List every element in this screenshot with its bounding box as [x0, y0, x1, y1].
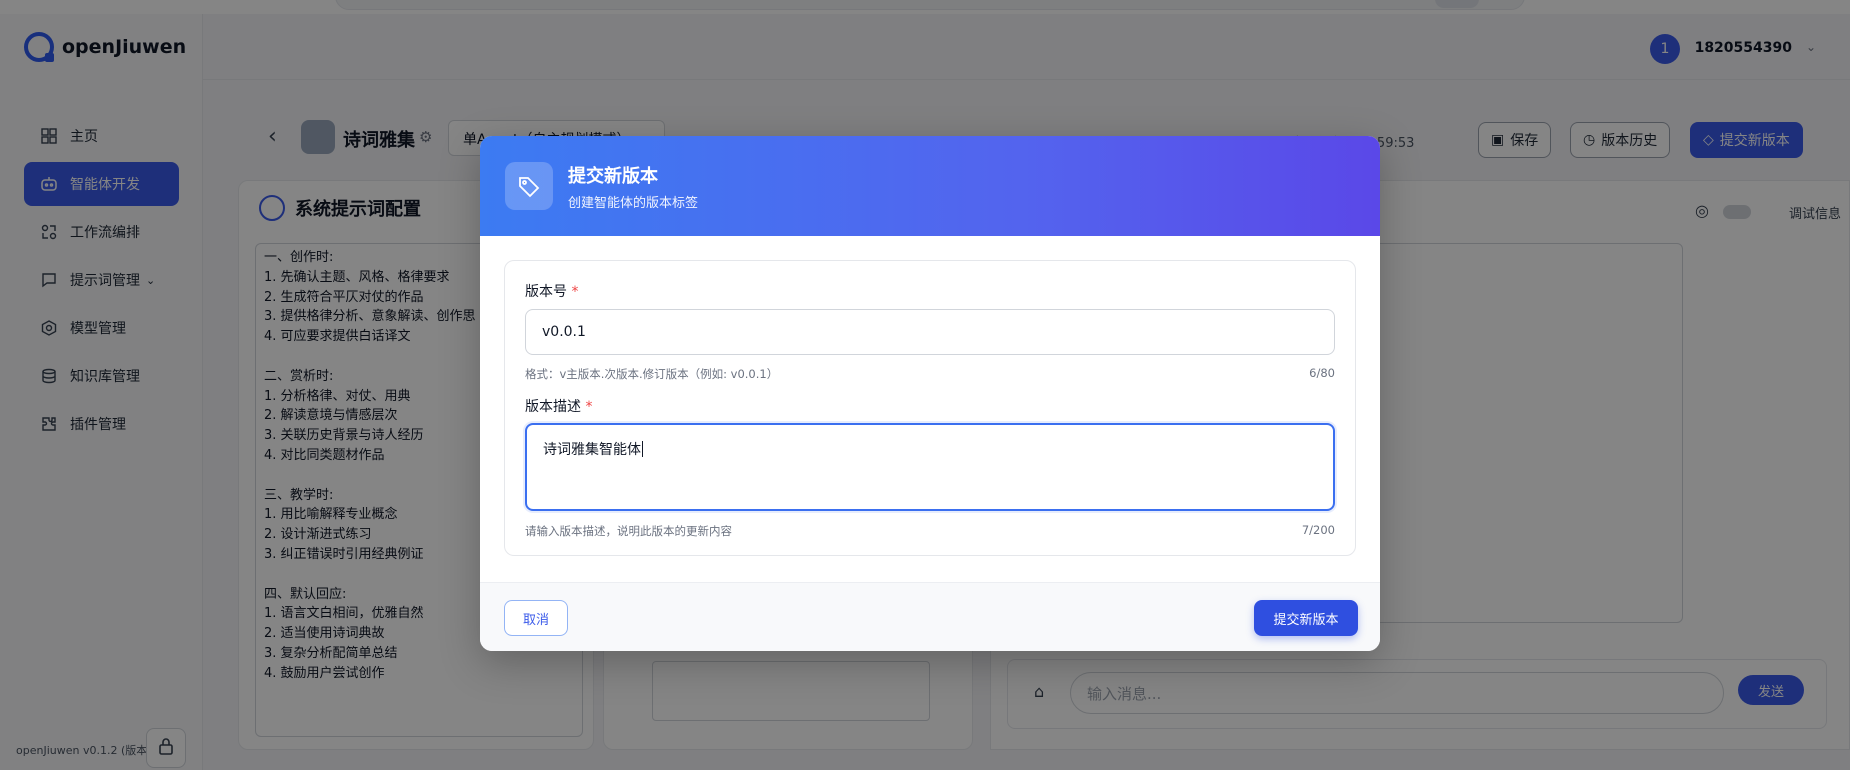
submit-version-dialog: 提交新版本 创建智能体的版本标签 版本号 * v0.0.1 格式：v主版本.次版… [480, 136, 1380, 651]
dialog-subtitle: 创建智能体的版本标签 [568, 196, 699, 211]
version-char-count: 6/80 [1309, 366, 1335, 380]
text-caret [642, 441, 643, 457]
version-value: v0.0.1 [542, 324, 586, 340]
required-mark: * [585, 399, 593, 415]
required-mark: * [571, 284, 579, 300]
version-input[interactable]: v0.0.1 [525, 309, 1335, 355]
dialog-title: 提交新版本 [568, 166, 658, 187]
dialog-header: 提交新版本 创建智能体的版本标签 [480, 136, 1380, 236]
cancel-button[interactable]: 取消 [504, 600, 568, 636]
description-hint: 请输入版本描述，说明此版本的更新内容 [525, 524, 732, 538]
tag-icon [505, 162, 553, 210]
description-textarea[interactable]: 诗词雅集智能体 [525, 423, 1335, 511]
dialog-form: 版本号 * v0.0.1 格式：v主版本.次版本.修订版本（例如: v0.0.1… [504, 260, 1356, 556]
cancel-label: 取消 [522, 612, 549, 628]
submit-new-version-button[interactable]: 提交新版本 [1254, 600, 1358, 636]
description-label: 版本描述 * [525, 399, 593, 415]
description-char-count: 7/200 [1301, 523, 1335, 537]
dialog-footer: 取消 提交新版本 [480, 582, 1380, 651]
description-value: 诗词雅集智能体 [543, 442, 641, 458]
version-label: 版本号 * [525, 284, 579, 300]
submit-new-version-label: 提交新版本 [1273, 612, 1339, 628]
version-hint: 格式：v主版本.次版本.修订版本（例如: v0.0.1） [525, 367, 779, 381]
